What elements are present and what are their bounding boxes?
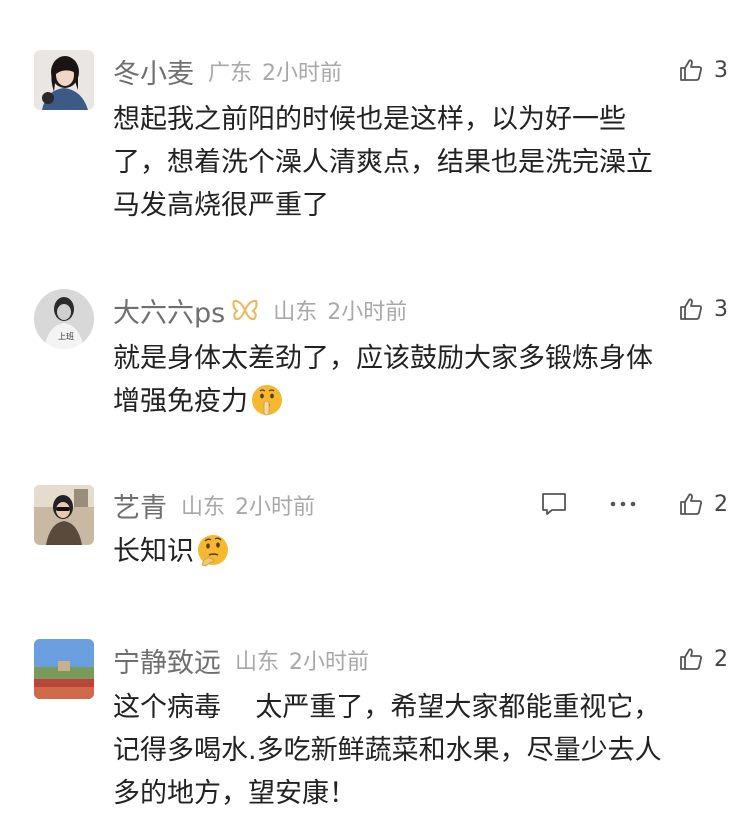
timestamp: 2小时前 bbox=[327, 300, 408, 325]
like-count: 3 bbox=[714, 57, 728, 83]
username[interactable]: 艺青 bbox=[113, 486, 167, 525]
location-label: 山东 bbox=[273, 300, 318, 325]
comment-actions: 2 bbox=[540, 486, 730, 522]
comment-actions: 3 bbox=[678, 291, 730, 327]
timestamp: 2小时前 bbox=[289, 650, 370, 675]
like-count: 2 bbox=[714, 491, 728, 517]
thumbs-up-icon[interactable] bbox=[678, 57, 704, 83]
reply-bubble-icon[interactable] bbox=[540, 491, 568, 517]
timestamp: 2小时前 bbox=[235, 495, 316, 520]
like-count: 3 bbox=[714, 296, 728, 322]
username[interactable]: 大六六ps bbox=[113, 291, 225, 330]
avatar[interactable] bbox=[34, 485, 94, 545]
thinking-face-emoji bbox=[196, 533, 230, 567]
location-label: 山东 bbox=[181, 495, 226, 520]
comment-text-content: 长知识 bbox=[113, 536, 194, 567]
comment-text: 就是身体太差劲了，应该鼓励大家多锻炼身体 增强免疫力 bbox=[113, 337, 723, 423]
comment-text: 这个病毒 太严重了，希望大家都能重视它， 记得多喝水.多吃新鲜蔬菜和水果，尽量少… bbox=[113, 692, 662, 809]
timestamp: 2小时前 bbox=[262, 61, 343, 86]
like-count: 2 bbox=[714, 646, 728, 672]
avatar[interactable]: 上班 bbox=[34, 289, 94, 349]
comment-meta: 冬小麦 广东 2小时前 bbox=[113, 52, 343, 91]
comment-actions: 3 bbox=[678, 52, 730, 88]
username[interactable]: 冬小麦 bbox=[113, 52, 194, 91]
shushing-face-emoji bbox=[250, 383, 284, 417]
username[interactable]: 宁静致远 bbox=[113, 641, 221, 680]
comment-meta: 艺青 山东 2小时前 bbox=[113, 486, 316, 525]
location-label: 山东 bbox=[235, 650, 280, 675]
avatar[interactable] bbox=[34, 639, 94, 699]
comment-actions: 2 bbox=[678, 641, 730, 677]
thumbs-up-icon[interactable] bbox=[678, 296, 704, 322]
thumbs-up-icon[interactable] bbox=[678, 646, 704, 672]
comment-meta: 宁静致远 山东 2小时前 bbox=[113, 641, 370, 680]
location-label: 广东 bbox=[208, 61, 253, 86]
thumbs-up-icon[interactable] bbox=[678, 491, 704, 517]
comment-text-content: 就是身体太差劲了，应该鼓励大家多锻炼身体 增强免疫力 bbox=[113, 343, 653, 417]
butterfly-badge-icon[interactable] bbox=[231, 298, 259, 322]
comment-meta: 大六六ps 山东 2小时前 bbox=[113, 291, 408, 330]
comment-text: 想起我之前阳的时候也是这样，以为好一些 了，想着洗个澡人清爽点，结果也是洗完澡立… bbox=[113, 104, 653, 221]
avatar-text: 上班 bbox=[58, 331, 74, 341]
more-options-icon[interactable] bbox=[610, 501, 636, 507]
comment-text: 长知识 bbox=[113, 530, 723, 573]
avatar[interactable] bbox=[34, 50, 94, 110]
